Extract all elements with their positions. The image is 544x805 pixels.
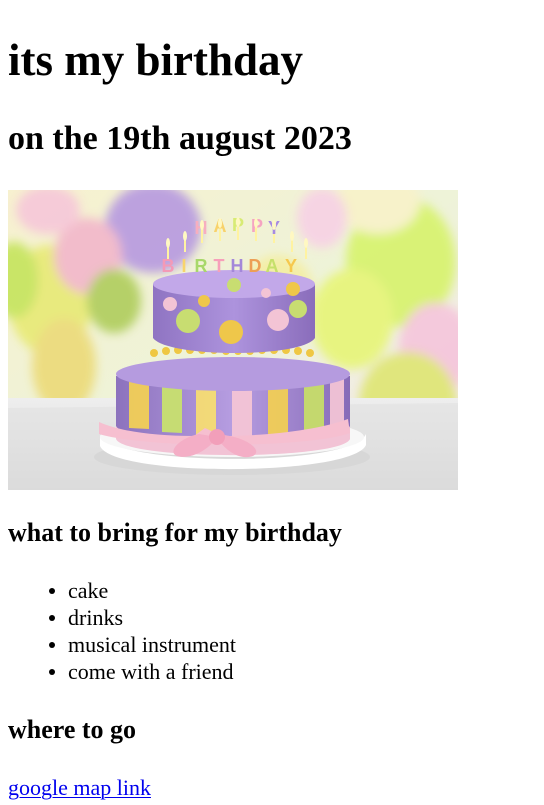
where-title: where to go (8, 715, 137, 744)
list-item: cake (49, 577, 236, 604)
cake-candle-a2: A (266, 256, 279, 276)
cake-candle-d: D (249, 256, 262, 276)
date-heading: on the 19th august 2023 (8, 120, 352, 157)
bullet-icon (49, 669, 55, 675)
cake-candle-h2: H (231, 256, 244, 276)
cake-candle-t: T (214, 256, 225, 276)
cake-candle-b: B (162, 256, 175, 276)
list-item: drinks (49, 604, 236, 631)
bullet-icon (49, 615, 55, 621)
bring-list-title: what to bring for my birthday (8, 518, 342, 547)
cake-candle-y2: Y (285, 256, 297, 276)
list-item-text: drinks (68, 605, 123, 630)
cake-candle-i: I (181, 256, 186, 276)
list-item-text: musical instrument (68, 632, 237, 657)
list-item: musical instrument (49, 631, 237, 658)
list-item: come with a friend (49, 658, 236, 685)
birthday-cake-image: H A P P Y B I R T H D A Y (8, 190, 458, 490)
bullet-icon (49, 642, 55, 648)
list-item-text: come with a friend (68, 659, 234, 684)
bring-list: cake drinks musical instrument come with… (8, 577, 236, 685)
bullet-icon (49, 588, 55, 594)
google-map-link[interactable]: google map link (8, 774, 151, 802)
cake-candle-r: R (195, 256, 208, 276)
list-item-text: cake (68, 578, 109, 603)
page-container: its my birthday on the 19th august 2023 (8, 0, 536, 805)
page-title: its my birthday (8, 35, 304, 85)
